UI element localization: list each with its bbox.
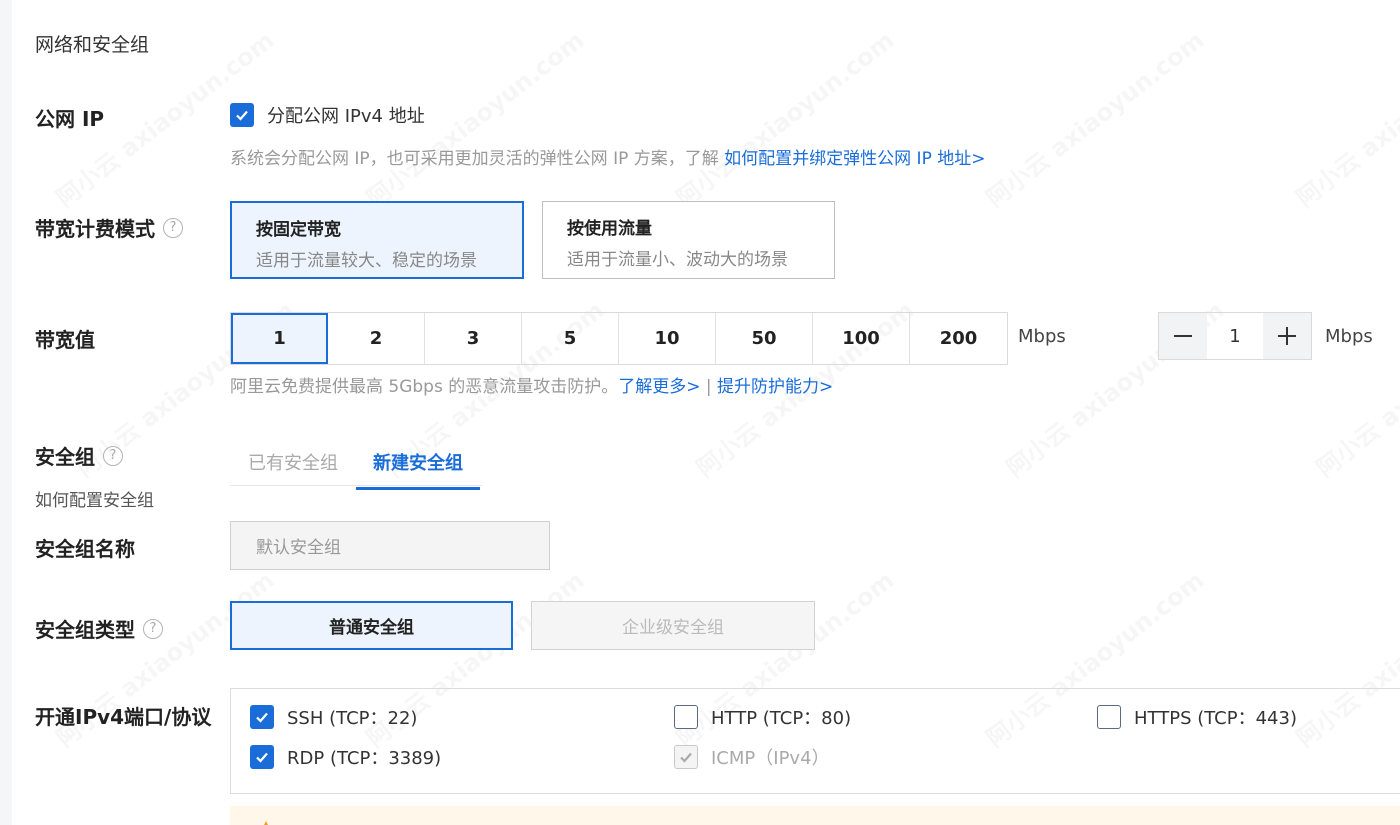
bandwidth-option[interactable]: 5	[522, 313, 619, 364]
billing-mode-label-text: 带宽计费模式	[35, 217, 155, 241]
bandwidth-option[interactable]: 50	[716, 313, 813, 364]
port-http[interactable]: HTTP (TCP：80)	[674, 704, 851, 730]
plus-icon	[1278, 327, 1296, 345]
help-icon[interactable]: ?	[143, 618, 163, 639]
assign-ipv4-checkbox[interactable]	[230, 103, 254, 127]
bandwidth-option[interactable]: 1	[231, 313, 328, 364]
billing-option-fixed[interactable]: 按固定带宽 适用于流量较大、稳定的场景	[230, 201, 524, 279]
tab-new-group[interactable]: 新建安全组	[356, 449, 480, 490]
bandwidth-option[interactable]: 100	[813, 313, 910, 364]
type-enterprise-button[interactable]: 企业级安全组	[531, 601, 815, 650]
bandwidth-option[interactable]: 10	[619, 313, 716, 364]
minus-icon	[1174, 335, 1192, 337]
bandwidth-stepper-value[interactable]: 1	[1207, 313, 1263, 359]
port-http-label: HTTP (TCP：80)	[711, 708, 852, 729]
public-ip-hint-text: 系统会分配公网 IP，也可采用更加灵活的弹性公网 IP 方案，了解	[230, 149, 725, 169]
security-group-type-label-text: 安全组类型	[35, 618, 135, 642]
port-https-checkbox[interactable]	[1097, 705, 1121, 729]
bandwidth-selector: 1 2 3 5 10 50 100 200	[230, 312, 1008, 365]
watermark-text: 阿小云 axiaoyun.com	[668, 21, 900, 213]
decrement-button[interactable]	[1159, 313, 1207, 359]
billing-option-title: 按使用流量	[567, 219, 652, 239]
public-ip-label: 公网 IP	[35, 103, 104, 132]
warning-icon	[264, 821, 268, 825]
port-icmp-label: ICMP（IPv4）	[711, 748, 830, 769]
watermark-text: 阿小云 axiaoyun.com	[1308, 291, 1400, 483]
bandwidth-unit: Mbps	[1018, 326, 1066, 347]
port-rdp[interactable]: RDP (TCP：3389)	[250, 744, 441, 770]
bandwidth-hint-text: 阿里云免费提供最高 5Gbps 的恶意流量攻击防护。	[230, 377, 619, 397]
help-icon[interactable]: ?	[103, 445, 123, 466]
public-ip-label-text: 公网 IP	[35, 107, 105, 131]
increment-button[interactable]	[1263, 313, 1311, 359]
check-icon	[256, 752, 268, 763]
ports-label-text: 开通IPv4端口/协议	[35, 705, 212, 729]
security-group-name-placeholder: 默认安全组	[256, 538, 341, 558]
stepper-unit: Mbps	[1325, 326, 1373, 347]
security-group-help-link[interactable]: 如何配置安全组	[35, 486, 154, 511]
port-ssh-checkbox[interactable]	[250, 705, 274, 729]
port-https[interactable]: HTTPS (TCP：443)	[1097, 704, 1297, 730]
link-separator: |	[705, 377, 712, 397]
watermark-text: 阿小云 axiaoyun.com	[978, 21, 1210, 213]
port-ssh-label: SSH (TCP：22)	[287, 708, 418, 729]
billing-option-desc: 适用于流量较大、稳定的场景	[256, 251, 477, 271]
port-http-checkbox[interactable]	[674, 705, 698, 729]
port-icmp-checkbox	[674, 745, 698, 769]
check-icon	[680, 752, 692, 763]
security-group-label: 安全组 ?	[35, 441, 123, 470]
check-icon	[236, 110, 248, 121]
assign-ipv4-label: 分配公网 IPv4 地址	[267, 106, 425, 127]
security-group-name-input[interactable]: 默认安全组	[230, 521, 550, 570]
port-https-label: HTTPS (TCP：443)	[1134, 708, 1297, 729]
bandwidth-hint: 阿里云免费提供最高 5Gbps 的恶意流量攻击防护。了解更多> | 提升防护能力…	[230, 372, 833, 397]
security-group-label-text: 安全组	[35, 445, 95, 469]
bandwidth-label: 带宽值	[35, 324, 95, 353]
bandwidth-label-text: 带宽值	[35, 328, 95, 352]
left-edge-bar	[0, 0, 12, 825]
security-group-type-label: 安全组类型 ?	[35, 614, 163, 643]
security-group-name-label-text: 安全组名称	[35, 537, 135, 561]
billing-option-traffic[interactable]: 按使用流量 适用于流量小、波动大的场景	[542, 201, 835, 279]
ports-label: 开通IPv4端口/协议	[35, 701, 211, 730]
check-icon	[256, 712, 268, 723]
help-icon[interactable]: ?	[163, 217, 183, 238]
upgrade-protection-link[interactable]: 提升防护能力>	[717, 377, 833, 397]
billing-mode-label: 带宽计费模式 ?	[35, 213, 183, 242]
port-ssh[interactable]: SSH (TCP：22)	[250, 704, 417, 730]
port-rdp-label: RDP (TCP：3389)	[287, 748, 442, 769]
bandwidth-stepper: 1	[1158, 312, 1312, 360]
watermark-text: 阿小云 axiaoyun.com	[1288, 21, 1400, 213]
port-rdp-checkbox[interactable]	[250, 745, 274, 769]
assign-ipv4-checkbox-row[interactable]: 分配公网 IPv4 地址	[230, 102, 425, 128]
bandwidth-option[interactable]: 200	[910, 313, 1007, 364]
warning-banner	[230, 806, 1400, 825]
port-icmp: ICMP（IPv4）	[674, 744, 830, 770]
type-basic-button[interactable]: 普通安全组	[230, 601, 513, 650]
bandwidth-option[interactable]: 3	[425, 313, 522, 364]
learn-more-link[interactable]: 了解更多>	[618, 377, 700, 397]
public-ip-hint: 系统会分配公网 IP，也可采用更加灵活的弹性公网 IP 方案，了解 如何配置并绑…	[230, 144, 985, 169]
section-title: 网络和安全组	[35, 34, 150, 56]
billing-option-desc: 适用于流量小、波动大的场景	[567, 250, 788, 270]
billing-option-title: 按固定带宽	[256, 220, 341, 240]
security-group-name-label: 安全组名称	[35, 533, 135, 562]
bandwidth-option[interactable]: 2	[328, 313, 425, 364]
eip-config-link[interactable]: 如何配置并绑定弹性公网 IP 地址>	[724, 149, 985, 169]
tab-existing-group[interactable]: 已有安全组	[248, 449, 338, 487]
